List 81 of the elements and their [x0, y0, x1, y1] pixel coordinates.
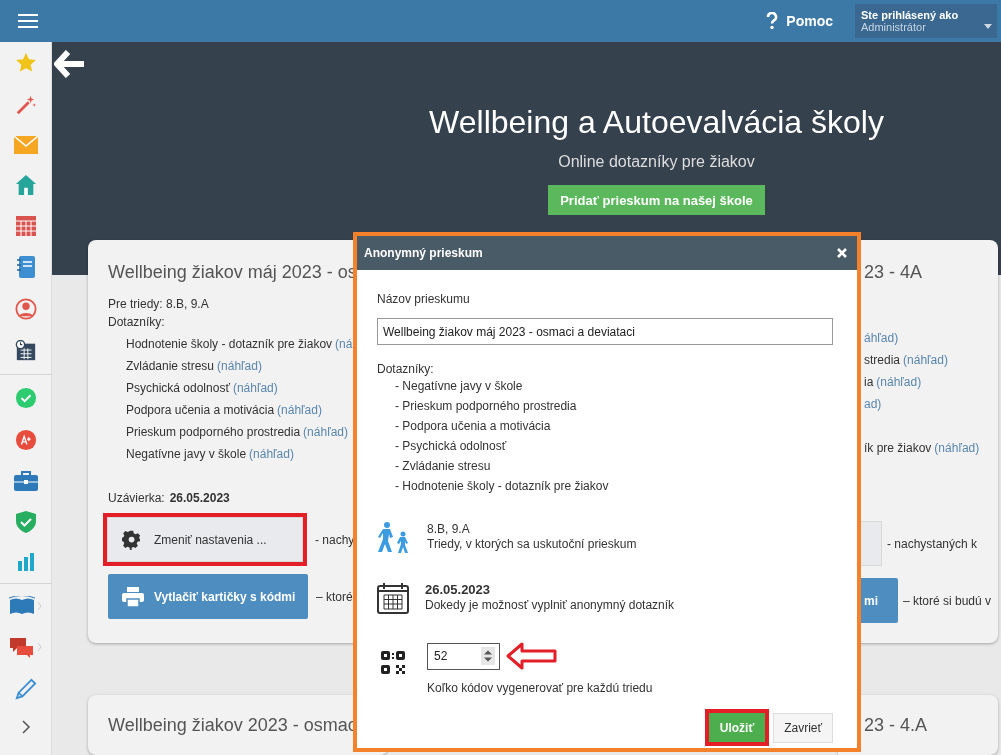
- preview-link[interactable]: (ná: [335, 337, 353, 351]
- preview-link[interactable]: (náhľad): [876, 375, 922, 389]
- preview-link[interactable]: (náhľad): [277, 403, 322, 417]
- pen-icon[interactable]: [14, 678, 37, 700]
- help-icon[interactable]: [766, 12, 779, 30]
- user-dropdown[interactable]: Ste prihlásený ako Administrátor: [855, 4, 997, 38]
- survey-name-field[interactable]: Wellbeing žiakov máj 2023 - osmaci a deviataci: [377, 318, 833, 345]
- save-button[interactable]: Uložiť: [708, 713, 766, 742]
- button-note: - nachy: [315, 532, 355, 547]
- walking-children-icon: [377, 522, 411, 554]
- help-link[interactable]: Pomoc: [786, 13, 833, 29]
- questionnaire-item: - Prieskum podporného prostredia: [395, 398, 578, 415]
- qr-code-icon: [381, 651, 407, 675]
- questionnaire-name: stredia: [864, 353, 901, 367]
- chevron-icon[interactable]: [20, 720, 31, 734]
- card-title: 23 - 4A: [864, 262, 924, 283]
- calendar-icon: [377, 582, 409, 614]
- code-count-field[interactable]: 52: [427, 642, 500, 670]
- questionnaire-name: ík pre žiakov: [864, 441, 932, 455]
- classes-value: 8.B, 9.A: [427, 522, 471, 536]
- printer-icon: [122, 586, 144, 607]
- page-title: Wellbeing a Autoevalvácia školy: [429, 104, 884, 141]
- preview-link[interactable]: (náhľad): [232, 381, 278, 395]
- button-note: – ktoré si budú v: [903, 593, 992, 608]
- questionnaire-item: - Podpora učenia a motivácia: [395, 418, 552, 435]
- questionnaire-name: Prieskum podporného prostredia: [126, 425, 301, 439]
- deadline-value: 26.05.2023: [169, 491, 230, 505]
- back-arrow-icon[interactable]: [54, 50, 86, 78]
- print-codes-button[interactable]: Vytlačiť kartičky s kódmi: [108, 574, 308, 619]
- caret-icon: [984, 24, 992, 29]
- bar-chart-icon[interactable]: [15, 553, 36, 571]
- deadline-value: 26.05.2023: [425, 582, 492, 597]
- grade-circle-icon[interactable]: [14, 429, 37, 451]
- shield-check-icon[interactable]: [15, 511, 36, 533]
- house-icon[interactable]: [14, 174, 37, 196]
- check-circle-icon[interactable]: [14, 387, 37, 409]
- chat-bubbles-icon[interactable]: [8, 636, 43, 658]
- button-note: – ktoré: [316, 589, 353, 604]
- preview-link[interactable]: (náhľad): [217, 359, 262, 373]
- settings-button[interactable]: Zmeniť nastavenia ...: [107, 517, 303, 562]
- questionnaire-name: Negatívne javy v škole: [126, 447, 247, 461]
- star-icon[interactable]: [14, 52, 37, 74]
- add-survey-button[interactable]: Pridať prieskum na našej škole: [548, 185, 765, 215]
- questionnaire-name: Psychická odolnosť: [126, 381, 230, 395]
- questionnaire-name: ia: [864, 375, 874, 389]
- close-icon[interactable]: [837, 248, 847, 258]
- questionnaire-item: - Hodnotenie školy - dotazník pre žiakov: [395, 478, 610, 495]
- preview-link[interactable]: áhľad): [864, 331, 899, 345]
- deadline-label: Uzávierka:: [108, 491, 165, 505]
- menu-icon[interactable]: [18, 13, 38, 29]
- preview-link[interactable]: ad): [864, 397, 882, 411]
- preview-link[interactable]: (náhľad): [249, 447, 294, 461]
- code-count-caption: Koľko kódov vygenerovať pre každú triedu: [427, 681, 653, 695]
- field-label: Názov prieskumu: [377, 292, 471, 306]
- calendar-grid-icon[interactable]: [15, 216, 36, 236]
- questionnaires-label: Dotazníky:: [108, 315, 166, 329]
- questionnaire-item: - Negatívne javy v škole: [395, 378, 524, 395]
- preview-link[interactable]: (náhľad): [303, 425, 348, 439]
- preview-link[interactable]: (náhľad): [934, 441, 980, 455]
- close-button[interactable]: Zavrieť: [773, 712, 833, 743]
- dialog-title: Anonymný prieskum: [364, 246, 483, 260]
- calendar-clock-icon[interactable]: [14, 340, 37, 362]
- user-circle-icon[interactable]: [14, 298, 37, 320]
- magic-wand-icon[interactable]: [14, 94, 37, 116]
- card-title: 23 - 4.A: [864, 715, 929, 736]
- questionnaires-label: Dotazníky:: [377, 362, 435, 376]
- page-subtitle: Online dotazníky pre žiakov: [558, 153, 755, 171]
- spinner-icon[interactable]: [481, 647, 495, 665]
- classes-caption: Triedy, v ktorých sa uskutoční prieskum: [427, 537, 637, 551]
- briefcase-icon[interactable]: [13, 471, 38, 491]
- gear-icon: [122, 529, 142, 550]
- questionnaire-item: - Psychická odolnosť: [395, 438, 508, 455]
- questionnaire-name: Hodnotenie školy - dotazník pre žiakov: [126, 337, 333, 351]
- questionnaire-name: Podpora učenia a motivácia: [126, 403, 275, 417]
- preview-link[interactable]: (náhľad): [903, 353, 948, 367]
- notebook-icon[interactable]: [16, 256, 35, 278]
- questionnaire-name: Zvládanie stresu: [126, 359, 215, 373]
- open-book-icon[interactable]: [8, 596, 43, 616]
- questionnaire-item: - Zvládanie stresu: [395, 458, 492, 475]
- deadline-caption: Dokedy je možnosť vyplniť anonymný dotazník: [425, 598, 675, 612]
- button-note: - nachystaných k: [887, 536, 978, 551]
